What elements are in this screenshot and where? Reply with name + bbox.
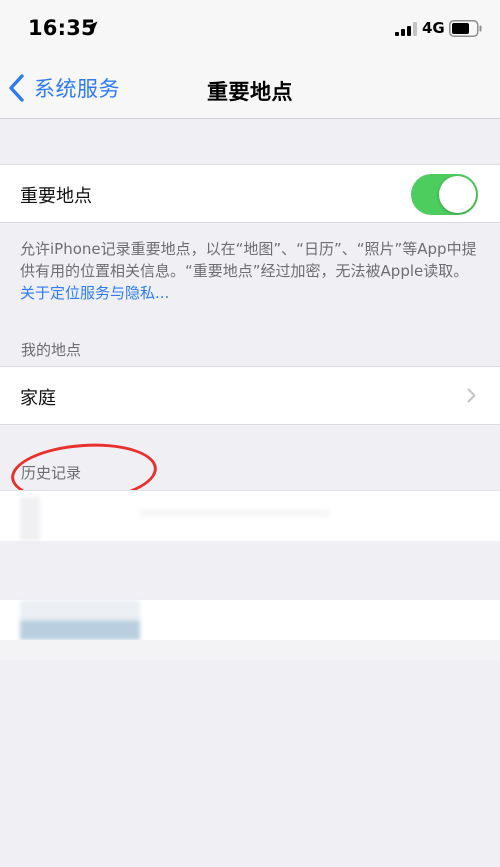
my-places-header: 我的地点: [21, 341, 82, 359]
blurred-content: [20, 600, 140, 620]
blurred-content: [20, 620, 140, 640]
privacy-link[interactable]: 关于定位服务与隐私...: [20, 284, 169, 302]
battery-icon: [449, 20, 482, 37]
navigation-bar: 系统服务 重要地点: [0, 58, 500, 119]
section-footer: 允许iPhone记录重要地点，以在“地图”、“日历”、“照片”等App中提供有用…: [20, 238, 482, 304]
home-cell[interactable]: 家庭: [0, 366, 500, 425]
switch-knob: [439, 176, 476, 213]
network-label: 4G: [422, 19, 445, 37]
signal-icon: [395, 22, 417, 36]
history-row[interactable]: [0, 490, 500, 541]
status-bar: 16:35 4G: [0, 0, 500, 58]
blurred-content: [140, 509, 330, 517]
blurred-content: [20, 497, 40, 541]
chevron-right-icon: [467, 388, 476, 403]
footer-text: 允许iPhone记录重要地点，以在“地图”、“日历”、“照片”等App中提供有用…: [20, 240, 477, 280]
history-row: [0, 640, 500, 660]
significant-locations-label: 重要地点: [20, 186, 92, 207]
history-row[interactable]: [0, 600, 500, 640]
home-label: 家庭: [20, 388, 56, 409]
page-title: 重要地点: [207, 80, 293, 104]
significant-locations-switch[interactable]: [411, 174, 478, 215]
location-arrow-icon: [86, 21, 98, 33]
significant-locations-cell: 重要地点: [0, 164, 500, 223]
